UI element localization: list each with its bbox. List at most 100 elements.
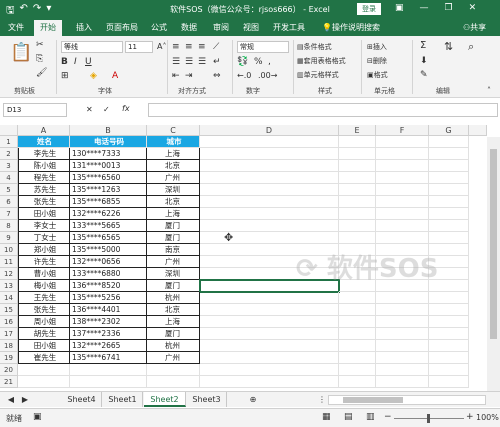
row-header[interactable]: 9 [0, 232, 18, 244]
empty-cell[interactable] [339, 328, 376, 340]
tab-page-layout[interactable]: 页面布局 [106, 22, 138, 33]
empty-cell[interactable] [376, 220, 429, 232]
table-cell[interactable]: 丁女士 [18, 232, 70, 244]
next-sheet-icon[interactable]: ▶ [18, 392, 32, 407]
empty-cell[interactable] [429, 148, 469, 160]
cut-icon[interactable]: ✂ [36, 40, 44, 50]
font-size-select[interactable]: 11 [125, 41, 153, 53]
empty-cell[interactable] [429, 328, 469, 340]
cancel-icon[interactable]: ✕ [86, 105, 93, 114]
table-header-cell[interactable]: 城市 [147, 136, 200, 148]
row-header[interactable]: 13 [0, 280, 18, 292]
table-cell[interactable]: 苏先生 [18, 184, 70, 196]
empty-cell[interactable] [429, 196, 469, 208]
table-cell[interactable]: 132****2665 [70, 340, 147, 352]
empty-cell[interactable] [70, 364, 147, 376]
insert-cells-button[interactable]: ⊞插入 [367, 42, 387, 52]
empty-cell[interactable] [200, 208, 339, 220]
restore-icon[interactable]: ❐ [445, 3, 453, 13]
font-color-icon[interactable]: A [112, 71, 118, 81]
increase-font-icon[interactable]: A˄ [157, 42, 166, 51]
horizontal-scrollbar[interactable] [328, 395, 486, 405]
empty-cell[interactable] [200, 376, 339, 388]
empty-cell[interactable] [18, 376, 70, 388]
empty-cell[interactable] [429, 220, 469, 232]
empty-cell[interactable] [339, 220, 376, 232]
empty-cell[interactable] [339, 184, 376, 196]
table-cell[interactable]: 梅小姐 [18, 280, 70, 292]
empty-cell[interactable] [429, 376, 469, 388]
empty-cell[interactable] [18, 364, 70, 376]
tab-developer[interactable]: 开发工具 [273, 22, 305, 33]
row-header[interactable]: 21 [0, 376, 18, 388]
empty-cell[interactable] [429, 364, 469, 376]
row-header[interactable]: 16 [0, 316, 18, 328]
table-cell[interactable]: 136****8520 [70, 280, 147, 292]
table-cell[interactable]: 133****6880 [70, 268, 147, 280]
borders-icon[interactable]: ⊞ [61, 71, 69, 81]
close-icon[interactable]: ✕ [469, 3, 477, 13]
empty-cell[interactable] [200, 148, 339, 160]
empty-cell[interactable] [376, 232, 429, 244]
table-cell[interactable]: 张先生 [18, 196, 70, 208]
empty-cell[interactable] [376, 340, 429, 352]
bold-icon[interactable]: B [61, 57, 68, 67]
fill-color-icon[interactable]: ◈ [90, 71, 97, 81]
clear-icon[interactable]: ✎ [420, 70, 428, 80]
table-cell[interactable]: 程先生 [18, 172, 70, 184]
autosum-icon[interactable]: Σ [420, 40, 426, 51]
tab-view[interactable]: 视图 [243, 22, 259, 33]
row-header[interactable]: 8 [0, 220, 18, 232]
empty-cell[interactable] [376, 172, 429, 184]
table-cell[interactable]: 许先生 [18, 256, 70, 268]
table-cell[interactable]: 厦门 [147, 220, 200, 232]
table-cell[interactable]: 厦门 [147, 232, 200, 244]
zoom-slider[interactable] [394, 414, 464, 423]
empty-cell[interactable] [376, 304, 429, 316]
table-cell[interactable]: 周小姐 [18, 316, 70, 328]
empty-cell[interactable] [376, 316, 429, 328]
row-header[interactable]: 4 [0, 172, 18, 184]
scrollbar-thumb[interactable] [490, 149, 497, 339]
table-cell[interactable]: 131****0013 [70, 160, 147, 172]
align-left-icon[interactable]: ☰ [172, 57, 180, 67]
row-header[interactable]: 7 [0, 208, 18, 220]
empty-cell[interactable] [376, 292, 429, 304]
sheet-tab-sheet2[interactable]: Sheet2 [144, 392, 186, 407]
empty-cell[interactable] [339, 160, 376, 172]
table-cell[interactable]: 135****6741 [70, 352, 147, 364]
table-cell[interactable]: 李先生 [18, 148, 70, 160]
empty-cell[interactable] [339, 316, 376, 328]
row-header[interactable]: 18 [0, 340, 18, 352]
empty-cell[interactable] [429, 292, 469, 304]
table-header-cell[interactable]: 电话号码 [70, 136, 147, 148]
table-cell[interactable]: 广州 [147, 172, 200, 184]
align-right-icon[interactable]: ☰ [198, 57, 206, 67]
horizontal-scrollbar-thumb[interactable] [343, 397, 403, 403]
row-header[interactable]: 3 [0, 160, 18, 172]
align-bottom-icon[interactable]: ≡ [198, 42, 206, 52]
cell-styles-button[interactable]: ▥单元格样式 [297, 70, 339, 80]
column-header-c[interactable]: C [147, 125, 200, 136]
table-cell[interactable]: 田小姐 [18, 340, 70, 352]
empty-cell[interactable] [376, 160, 429, 172]
row-header[interactable]: 17 [0, 328, 18, 340]
table-cell[interactable]: 广州 [147, 256, 200, 268]
table-cell[interactable]: 北京 [147, 304, 200, 316]
empty-cell[interactable] [339, 292, 376, 304]
table-cell[interactable]: 广州 [147, 352, 200, 364]
table-cell[interactable]: 136****4401 [70, 304, 147, 316]
empty-cell[interactable] [339, 340, 376, 352]
italic-icon[interactable]: I [74, 57, 77, 67]
align-center-icon[interactable]: ☰ [185, 57, 193, 67]
format-cells-button[interactable]: ▣格式 [367, 70, 388, 80]
zoom-slider-thumb[interactable] [427, 414, 430, 423]
table-cell[interactable]: 135****6560 [70, 172, 147, 184]
column-header-f[interactable]: F [376, 125, 429, 136]
table-cell[interactable]: 上海 [147, 208, 200, 220]
row-header[interactable]: 14 [0, 292, 18, 304]
empty-cell[interactable] [339, 364, 376, 376]
table-cell[interactable]: 厦门 [147, 280, 200, 292]
tab-split-handle[interactable]: ⋮ [318, 392, 326, 407]
table-cell[interactable]: 135****6565 [70, 232, 147, 244]
